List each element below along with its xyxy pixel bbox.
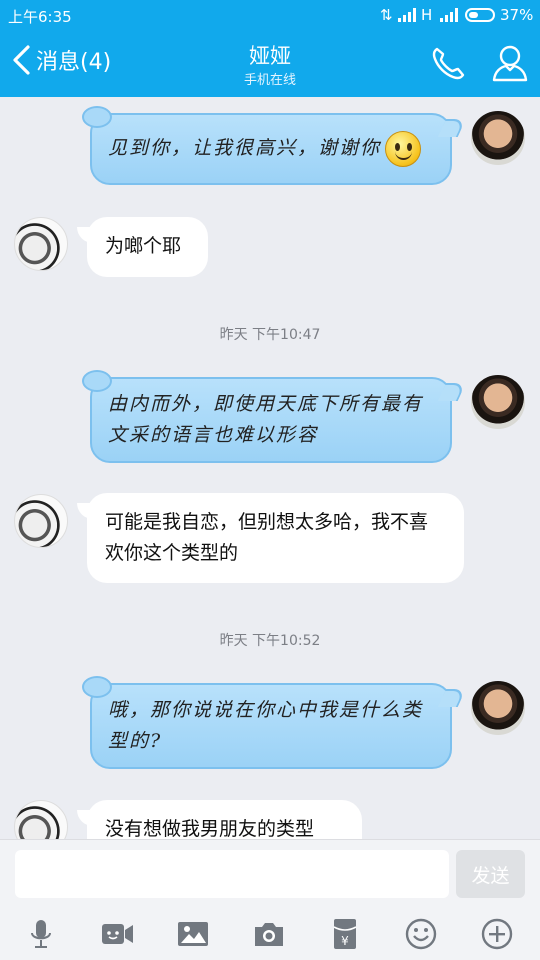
image-button[interactable] xyxy=(173,914,213,954)
camera-button[interactable] xyxy=(249,914,289,954)
video-call-button[interactable] xyxy=(97,914,137,954)
message-input[interactable] xyxy=(15,850,449,898)
network-type: H xyxy=(421,6,433,24)
message-text: 为啷个耶 xyxy=(105,235,182,257)
video-icon xyxy=(102,924,133,944)
message-text: 可能是我自恋，但别想太多哈，我不喜欢你这个类型的 xyxy=(105,511,429,564)
status-time: 上午6:35 xyxy=(8,8,72,26)
my-avatar[interactable] xyxy=(471,375,525,429)
message-bubble-received[interactable]: 可能是我自恋，但别想太多哈，我不喜欢你这个类型的 xyxy=(77,493,464,583)
chat-area[interactable]: 见到你，让我很高兴，谢谢你 为啷个耶 昨天 下午10:47 由内而外，即使用天底… xyxy=(0,97,540,839)
message-bubble-sent[interactable]: 哦，那你说说在你心中我是什么类型的? xyxy=(82,676,452,769)
message-bubble-sent[interactable]: 由内而外，即使用天底下所有最有文采的语言也难以形容 xyxy=(82,370,452,463)
message-text: 见到你，让我很高兴，谢谢你 xyxy=(108,137,382,159)
contact-avatar[interactable] xyxy=(14,800,68,839)
chat-header: 消息(4) 娅娅 手机在线 xyxy=(0,30,540,97)
image-icon xyxy=(178,922,208,946)
signal-icon-2 xyxy=(440,8,458,22)
message-bubble-sent[interactable]: 见到你，让我很高兴，谢谢你 xyxy=(82,106,452,185)
my-avatar[interactable] xyxy=(471,681,525,735)
red-packet-icon: ¥ xyxy=(333,919,357,949)
message-bubble-received[interactable]: 没有想做我男朋友的类型 xyxy=(77,800,362,839)
signal-icon xyxy=(398,8,416,22)
battery-percent: 37% xyxy=(500,6,534,24)
battery-icon xyxy=(465,8,495,22)
phone-icon[interactable] xyxy=(428,44,468,84)
message-text: 哦，那你说说在你心中我是什么类型的? xyxy=(108,699,424,752)
emoji-icon xyxy=(405,918,437,950)
contact-avatar[interactable] xyxy=(14,217,68,271)
more-button[interactable] xyxy=(477,914,517,954)
input-area: 发送 ¥ xyxy=(0,839,540,960)
plus-icon xyxy=(481,918,513,950)
message-text: 没有想做我男朋友的类型 xyxy=(105,818,315,839)
message-bubble-received[interactable]: 为啷个耶 xyxy=(77,217,208,277)
smile-emoji-icon xyxy=(385,131,422,167)
message-text: 由内而外，即使用天底下所有最有文采的语言也难以形容 xyxy=(108,393,424,446)
contact-avatar[interactable] xyxy=(14,494,68,548)
microphone-icon xyxy=(31,920,51,948)
microphone-button[interactable] xyxy=(21,914,61,954)
svg-text:¥: ¥ xyxy=(341,934,349,948)
my-avatar[interactable] xyxy=(471,111,525,165)
send-button[interactable]: 发送 xyxy=(456,850,525,898)
timestamp: 昨天 下午10:47 xyxy=(219,327,321,343)
data-arrows-icon: ⇅ xyxy=(380,6,393,24)
profile-icon[interactable] xyxy=(490,42,530,84)
input-toolbar: ¥ xyxy=(0,910,540,956)
camera-icon xyxy=(255,923,283,946)
timestamp: 昨天 下午10:52 xyxy=(219,633,321,649)
status-bar: 上午6:35 ⇅ H 37% xyxy=(0,0,540,30)
emoji-button[interactable] xyxy=(401,914,441,954)
red-packet-button[interactable]: ¥ xyxy=(325,914,365,954)
